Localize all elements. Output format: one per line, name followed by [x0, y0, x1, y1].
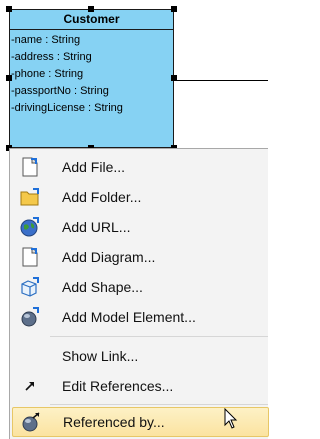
uml-attribute: -passportNo : String — [11, 85, 109, 97]
menu-item-add-file[interactable]: Add File... — [12, 152, 269, 182]
menu-item-add-url[interactable]: Add URL... — [12, 212, 269, 242]
diagram-icon — [20, 247, 40, 267]
association-line[interactable] — [174, 80, 268, 81]
referenced-by-icon — [21, 412, 41, 432]
uml-attribute: -address : String — [11, 51, 92, 63]
shape-icon — [20, 277, 40, 297]
menu-item-label: Add Folder... — [62, 189, 142, 205]
menu-item-label: Add Model Element... — [62, 309, 196, 325]
menu-separator — [50, 404, 268, 405]
uml-attribute: -drivingLicense : String — [11, 102, 123, 114]
menu-item-label: Show Link... — [62, 348, 139, 364]
menu-item-add-shape[interactable]: Add Shape... — [12, 272, 269, 302]
menu-item-label: Add URL... — [62, 219, 131, 235]
menu-item-edit-references[interactable]: Edit References... — [12, 371, 269, 401]
resize-handle-top-right[interactable] — [171, 6, 177, 12]
file-icon — [20, 157, 40, 177]
arrow-icon — [20, 376, 40, 396]
menu-item-label: Add File... — [62, 159, 126, 175]
context-menu: Add File... Add Folder... Add URL... Add… — [9, 148, 269, 439]
menu-item-label: Add Shape... — [62, 279, 143, 295]
globe-icon — [20, 217, 40, 237]
mouse-cursor-icon — [224, 408, 238, 429]
model-element-icon — [20, 307, 40, 327]
resize-handle-top-middle[interactable] — [88, 6, 94, 12]
menu-item-label: Add Diagram... — [62, 249, 156, 265]
menu-item-add-folder[interactable]: Add Folder... — [12, 182, 269, 212]
uml-attribute: -phone : String — [11, 68, 84, 80]
menu-item-show-link[interactable]: Show Link... — [12, 341, 269, 371]
uml-attribute-list: -name : String -address : String -phone … — [10, 30, 173, 117]
menu-item-add-diagram[interactable]: Add Diagram... — [12, 242, 269, 272]
uml-class-name: Customer — [10, 10, 173, 30]
menu-item-label: Referenced by... — [63, 414, 165, 430]
uml-class-customer[interactable]: Customer -name : String -address : Strin… — [9, 9, 174, 148]
menu-item-label: Edit References... — [62, 378, 174, 394]
resize-handle-top-left[interactable] — [6, 6, 12, 12]
menu-separator — [50, 336, 268, 337]
folder-icon — [20, 187, 40, 207]
menu-item-add-model-element[interactable]: Add Model Element... — [12, 302, 269, 332]
resize-handle-middle-left[interactable] — [6, 75, 12, 81]
uml-attribute: -name : String — [11, 34, 81, 46]
